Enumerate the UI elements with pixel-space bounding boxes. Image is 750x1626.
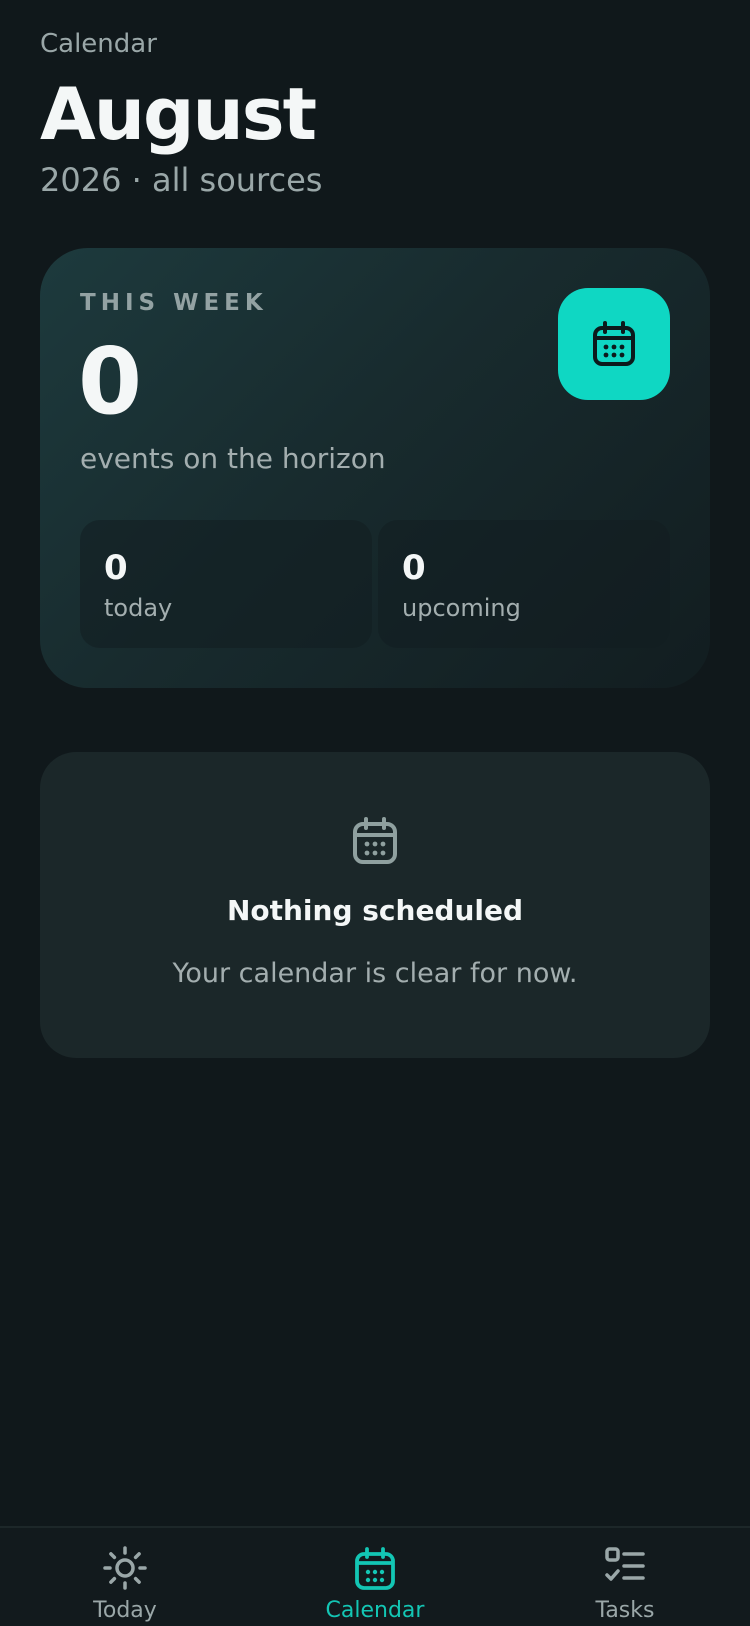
- stat-upcoming-value: 0: [402, 548, 426, 588]
- tab-tasks[interactable]: Tasks: [500, 1528, 750, 1626]
- empty-state-text: Your calendar is clear for now.: [172, 958, 578, 989]
- empty-state-title: Nothing scheduled: [226, 894, 524, 927]
- stat-today-label: today: [104, 594, 173, 622]
- empty-state-card: Nothing scheduled Your calendar is clear…: [40, 752, 710, 1058]
- tab-calendar-label: Calendar: [325, 1598, 425, 1623]
- calendar-icon: [593, 321, 635, 366]
- this-week-caption: events on the horizon: [80, 442, 386, 475]
- tab-today-label: Today: [93, 1598, 157, 1623]
- stat-today: 0 today: [80, 520, 372, 648]
- tab-calendar[interactable]: Calendar: [250, 1528, 500, 1626]
- page-header: Calendar August 2026 · all sources: [40, 26, 710, 200]
- this-week-label: THIS WEEK: [80, 290, 268, 316]
- checklist-icon: [605, 1547, 645, 1581]
- page-title: August: [40, 72, 317, 156]
- calendar-icon: [353, 817, 397, 864]
- tab-today[interactable]: Today: [0, 1528, 250, 1626]
- calendar-badge[interactable]: [558, 288, 670, 400]
- tab-tasks-label: Tasks: [595, 1598, 655, 1623]
- this-week-card: THIS WEEK 0 events on the horizon 0 toda…: [40, 248, 710, 688]
- stat-today-value: 0: [104, 548, 128, 588]
- week-stats: 0 today 0 upcoming: [80, 520, 670, 648]
- page-subtitle: 2026 · all sources: [40, 161, 323, 199]
- this-week-count: 0: [78, 328, 143, 435]
- stat-upcoming-label: upcoming: [402, 594, 521, 622]
- stat-upcoming: 0 upcoming: [378, 520, 670, 648]
- calendar-icon: [355, 1547, 395, 1590]
- bottom-tab-bar: Today Calendar Tasks: [0, 1526, 750, 1626]
- page-eyebrow: Calendar: [40, 29, 157, 59]
- sun-icon: [103, 1546, 147, 1590]
